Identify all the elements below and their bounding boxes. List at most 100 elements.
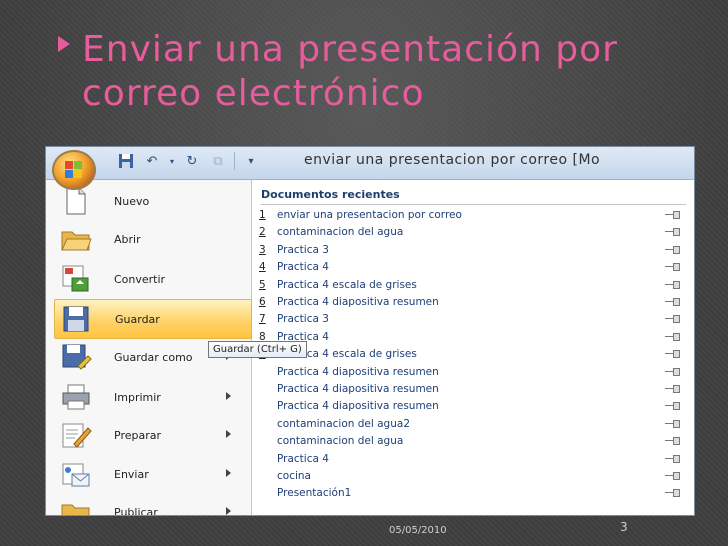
pin-icon[interactable] bbox=[665, 385, 680, 393]
recent-document-name: contaminacion del agua2 bbox=[277, 417, 410, 430]
recent-document-name: cocina bbox=[277, 470, 311, 482]
pin-icon[interactable] bbox=[665, 454, 680, 463]
recent-document-name: contaminacion del agua bbox=[277, 435, 404, 448]
menu-item-publicar[interactable]: Publicar bbox=[54, 493, 250, 516]
menu-item-label: Convertir bbox=[114, 272, 166, 286]
quick-access-toolbar: ↶ ▾ ↻ ⧉ ▾ enviar una presentacion por co… bbox=[46, 147, 694, 180]
pin-icon[interactable] bbox=[665, 402, 680, 411]
recent-documents-header: Documentos recientes bbox=[261, 188, 686, 205]
recent-document-item[interactable]: 7 Practica 3 bbox=[259, 311, 687, 327]
recent-document-name: Practica 4 diapositiva resumen bbox=[277, 296, 439, 308]
recent-document-item[interactable]: contaminacion del agua bbox=[259, 433, 687, 449]
menu-item-imprimir[interactable]: Imprimir bbox=[54, 378, 250, 416]
pin-icon[interactable] bbox=[665, 472, 680, 480]
publish-icon bbox=[60, 497, 94, 515]
menu-item-label: Abrir bbox=[114, 232, 141, 246]
redo-icon[interactable]: ↻ bbox=[182, 151, 202, 171]
recent-document-item[interactable]: Presentación1 bbox=[259, 485, 687, 501]
recent-document-name: Practica 4 escala de grises bbox=[277, 278, 417, 291]
recent-document-item[interactable]: Practica 4 diapositiva resumen bbox=[259, 364, 687, 380]
recent-document-name: Practica 4 diapositiva resumen bbox=[277, 365, 439, 378]
pin-icon[interactable] bbox=[665, 315, 680, 324]
recent-document-item[interactable]: 8 Practica 4 bbox=[259, 329, 687, 345]
pin-icon[interactable] bbox=[665, 298, 680, 306]
pin-icon[interactable] bbox=[665, 228, 680, 237]
menu-item-enviar[interactable]: Enviar bbox=[54, 455, 250, 493]
recent-document-item[interactable]: 2 contaminacion del agua bbox=[259, 224, 687, 240]
title-bullet-icon bbox=[58, 36, 70, 52]
recent-document-item[interactable]: 3 Practica 3 bbox=[259, 242, 687, 258]
recent-document-number: 2 bbox=[259, 226, 266, 239]
new-document-icon bbox=[60, 186, 94, 216]
toolbar-separator bbox=[234, 152, 235, 170]
recent-document-name: Practica 4 bbox=[277, 330, 329, 343]
recent-document-item[interactable]: 4 Practica 4 bbox=[259, 259, 687, 275]
recent-document-item[interactable]: Practica 4 diapositiva resumen bbox=[259, 398, 687, 414]
recent-document-item[interactable]: 6 Practica 4 diapositiva resumen bbox=[259, 294, 687, 310]
recent-document-item[interactable]: cocina bbox=[259, 468, 687, 484]
recent-document-name: Practica 3 bbox=[277, 243, 329, 256]
repeat-icon[interactable]: ⧉ bbox=[208, 151, 228, 171]
pin-icon[interactable] bbox=[665, 437, 680, 446]
printer-icon bbox=[60, 382, 94, 412]
pin-icon[interactable] bbox=[665, 489, 680, 498]
recent-document-item[interactable]: 5 Practica 4 escala de grises bbox=[259, 277, 687, 293]
pin-icon[interactable] bbox=[665, 350, 680, 359]
undo-icon[interactable]: ↶ bbox=[142, 151, 162, 171]
quick-access-icons: ↶ ▾ ↻ ⧉ ▾ bbox=[116, 151, 261, 171]
slide-title: Enviar una presentación por correo elect… bbox=[82, 29, 618, 114]
slide-number: 3 bbox=[620, 520, 628, 534]
save-disk-icon bbox=[61, 304, 95, 334]
pin-icon[interactable] bbox=[665, 245, 680, 254]
recent-document-item[interactable]: Practica 4 diapositiva resumen bbox=[259, 381, 687, 397]
recent-document-number: 4 bbox=[259, 261, 266, 274]
open-folder-icon bbox=[60, 224, 94, 254]
recent-document-number: 7 bbox=[259, 313, 266, 326]
recent-document-item[interactable]: 9Practica 4 escala de grises bbox=[259, 346, 687, 362]
menu-item-guardar[interactable]: Guardar bbox=[54, 299, 252, 339]
recent-document-name: Presentación1 bbox=[277, 487, 352, 500]
pin-icon[interactable] bbox=[665, 263, 680, 272]
save-as-icon bbox=[60, 342, 94, 372]
pin-icon[interactable] bbox=[665, 280, 680, 289]
menu-item-label: Guardar bbox=[115, 312, 160, 326]
recent-document-name: contaminacion del agua bbox=[277, 226, 404, 239]
recent-document-item[interactable]: Practica 4 bbox=[259, 451, 687, 467]
dropdown-icon[interactable]: ▾ bbox=[168, 151, 176, 171]
customize-toolbar-icon[interactable]: ▾ bbox=[241, 151, 261, 171]
pin-icon[interactable] bbox=[665, 211, 680, 219]
recent-document-name: Practica 4 diapositiva resumen bbox=[277, 400, 439, 413]
recent-document-number: 1 bbox=[259, 209, 266, 221]
recent-document-name: Practica 4 diapositiva resumen bbox=[277, 383, 439, 395]
save-icon[interactable] bbox=[116, 151, 136, 171]
submenu-arrow-icon bbox=[226, 430, 231, 438]
pin-icon[interactable] bbox=[665, 332, 680, 341]
menu-item-label: Enviar bbox=[114, 467, 149, 481]
pin-icon[interactable] bbox=[665, 419, 680, 428]
convert-icon bbox=[60, 264, 94, 294]
recent-document-name: Practica 4 bbox=[277, 261, 329, 274]
submenu-arrow-icon bbox=[226, 469, 231, 477]
recent-document-name: Practica 4 escala de grises bbox=[277, 348, 417, 361]
recent-documents-panel: Documentos recientes 1 enviar una present… bbox=[253, 180, 694, 515]
prepare-icon bbox=[60, 420, 94, 450]
recent-document-item[interactable]: 1 enviar una presentacion por correo bbox=[259, 207, 687, 223]
office-button[interactable] bbox=[52, 150, 96, 190]
menu-item-convertir[interactable]: Convertir bbox=[54, 260, 250, 298]
recent-document-item[interactable]: contaminacion del agua2 bbox=[259, 416, 687, 432]
menu-item-label: Publicar bbox=[114, 505, 158, 516]
send-icon bbox=[60, 459, 94, 489]
menu-item-abrir[interactable]: Abrir bbox=[54, 220, 250, 258]
recent-document-number: 5 bbox=[259, 278, 266, 291]
recent-document-name: Practica 3 bbox=[277, 313, 329, 326]
menu-item-label: Preparar bbox=[114, 428, 161, 442]
menu-item-label: Imprimir bbox=[114, 390, 161, 404]
menu-item-preparar[interactable]: Preparar bbox=[54, 416, 250, 454]
recent-document-name: Practica 4 bbox=[277, 452, 329, 465]
window-title: enviar una presentacion por correo [Mo bbox=[304, 152, 601, 168]
recent-document-number: 3 bbox=[259, 243, 266, 256]
office-screenshot: ↶ ▾ ↻ ⧉ ▾ enviar una presentacion por co… bbox=[45, 146, 695, 516]
submenu-arrow-icon bbox=[226, 392, 231, 400]
footer-date: 05/05/2010 bbox=[389, 525, 447, 536]
pin-icon[interactable] bbox=[665, 367, 680, 376]
